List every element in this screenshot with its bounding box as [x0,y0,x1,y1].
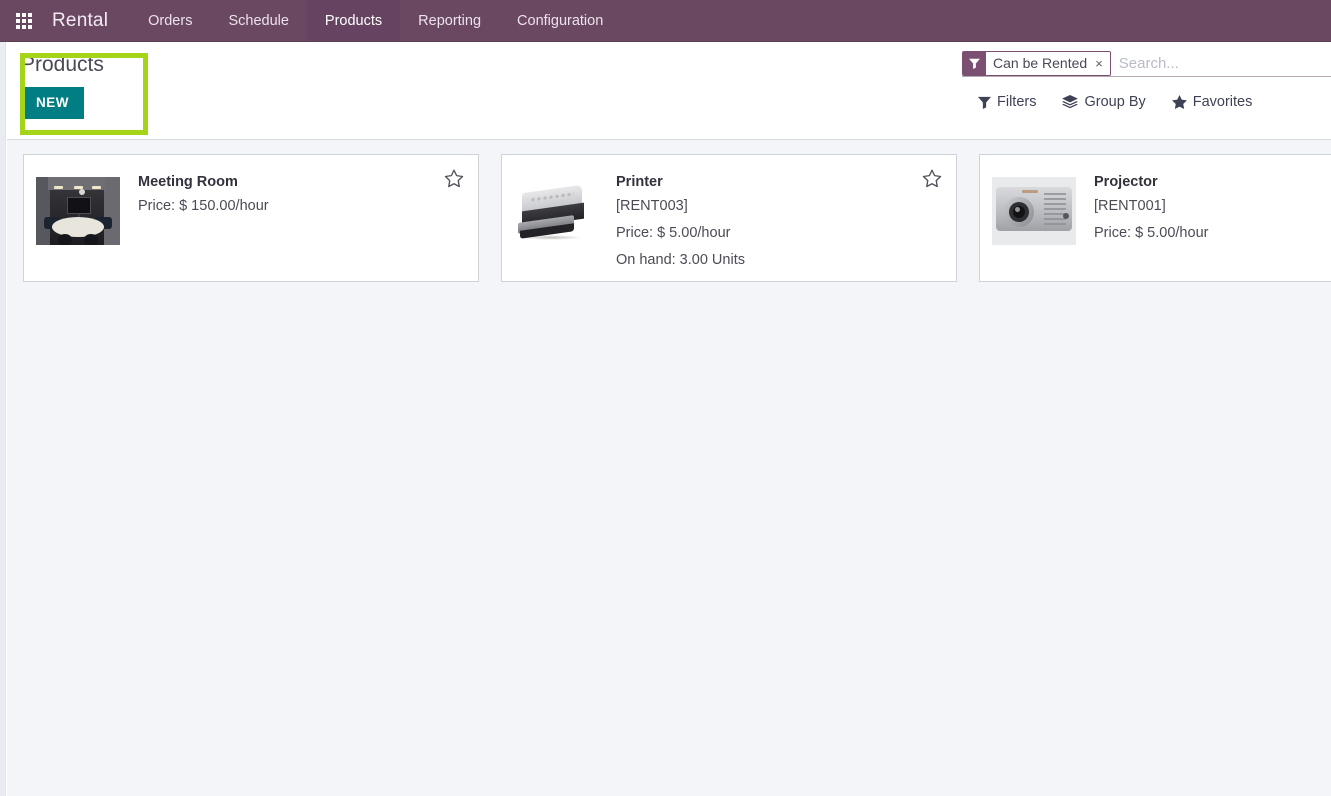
control-panel: Products NEW Can be Rented × Search... F… [7,42,1331,140]
nav-item-schedule[interactable]: Schedule [210,0,306,41]
card-reference: [RENT003] [616,198,688,214]
card-price: Price: $ 5.00/hour [616,225,731,241]
star-outline-icon[interactable] [444,169,464,193]
apps-grid-icon [16,12,32,29]
kanban-card-meeting-room[interactable]: Meeting Room Price: $ 150.00/hour [23,154,479,282]
group-by-label: Group By [1084,94,1146,110]
card-price: Price: $ 150.00/hour [138,198,269,214]
filters-dropdown-button[interactable]: Filters [978,94,1036,110]
apps-menu-button[interactable] [0,0,42,41]
favorites-dropdown-button[interactable]: Favorites [1171,94,1253,110]
close-icon[interactable]: × [1093,51,1110,75]
search-input[interactable] [1118,54,1331,72]
nav-item-orders[interactable]: Orders [130,0,210,41]
left-scroll-rail[interactable] [0,42,6,796]
kanban-content-area: Meeting Room Price: $ 150.00/hour Printe… [7,140,1331,796]
search-facet-can-be-rented[interactable]: Can be Rented × [962,50,1111,76]
card-title: Meeting Room [138,174,238,190]
group-by-dropdown-button[interactable]: Group By [1062,94,1146,110]
page-title: Products [21,53,104,76]
projector-photo [992,177,1076,245]
kanban-card-printer[interactable]: Printer [RENT003] Price: $ 5.00/hour On … [501,154,957,282]
card-body: Projector [RENT001] Price: $ 5.00/hour [1094,169,1208,281]
app-brand-rental[interactable]: Rental [42,0,130,41]
nav-item-configuration[interactable]: Configuration [499,0,621,41]
filter-funnel-icon [978,96,991,109]
search-panel: Can be Rented × Filters [962,50,1331,110]
star-filled-icon [1171,95,1187,109]
card-title: Projector [1094,174,1158,190]
meeting-room-photo [36,177,120,245]
new-button[interactable]: NEW [21,87,84,119]
card-body: Printer [RENT003] Price: $ 5.00/hour On … [616,169,745,281]
layers-icon [1062,95,1079,109]
star-outline-icon[interactable] [922,169,942,193]
search-bar[interactable]: Can be Rented × [962,50,1331,77]
card-on-hand: On hand: 3.00 Units [616,252,745,268]
breadcrumb: Products NEW [21,52,104,119]
printer-photo [514,177,598,245]
nav-item-products[interactable]: Products [306,0,401,41]
nav-item-reporting[interactable]: Reporting [400,0,499,41]
top-navbar: Rental Orders Schedule Products Reportin… [0,0,1331,42]
filters-label: Filters [997,94,1037,110]
card-title: Printer [616,174,663,190]
card-body: Meeting Room Price: $ 150.00/hour [138,169,269,281]
filter-funnel-icon [963,51,986,75]
card-price: Price: $ 5.00/hour [1094,225,1209,241]
kanban-records-row: Meeting Room Price: $ 150.00/hour Printe… [7,140,1331,282]
card-reference: [RENT001] [1094,198,1166,214]
favorites-label: Favorites [1192,94,1253,110]
search-tools: Filters Group By Favorites [962,94,1331,110]
search-facet-label: Can be Rented [986,51,1094,75]
kanban-card-projector[interactable]: Projector [RENT001] Price: $ 5.00/hour [979,154,1331,282]
